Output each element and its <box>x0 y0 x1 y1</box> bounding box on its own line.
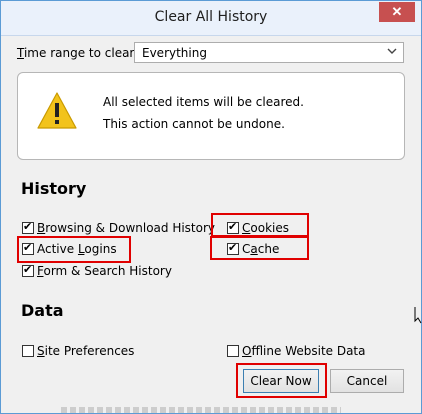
checkbox-cache[interactable]: Cache <box>227 241 279 257</box>
clear-history-dialog: Clear All History ✕ Time range to clear:… <box>0 0 422 414</box>
time-range-label: Time range to clear: <box>17 46 139 60</box>
checkbox-label: Site Preferences <box>37 344 135 358</box>
checkbox-active-logins[interactable]: Active Logins <box>22 241 117 257</box>
warning-icon <box>36 91 78 134</box>
checkbox-checked[interactable] <box>22 241 34 255</box>
checkbox-checked[interactable] <box>227 220 239 234</box>
checkbox-checked[interactable] <box>22 263 34 277</box>
warning-text-2: This action cannot be undone. <box>103 117 285 131</box>
dialog-title: Clear All History <box>154 9 268 25</box>
chevron-down-icon <box>387 46 397 59</box>
checkbox-offline-data[interactable]: Offline Website Data <box>227 343 366 359</box>
checkbox-form-history[interactable]: Form & Search History <box>22 263 172 279</box>
history-heading: History <box>21 179 87 198</box>
checkbox-label: Offline Website Data <box>242 344 366 358</box>
warning-text-1: All selected items will be cleared. <box>103 95 304 109</box>
clear-now-button[interactable]: Clear Now <box>243 369 319 393</box>
checkbox-label: Cache <box>242 242 280 256</box>
checkbox-label: Browsing & Download History <box>37 221 216 235</box>
checkbox-site-preferences[interactable]: Site Preferences <box>22 343 134 359</box>
checkbox-browsing-history[interactable]: Browsing & Download History <box>22 220 215 236</box>
checkbox-label: Active Logins <box>37 242 117 256</box>
checkbox-label: Cookies <box>242 221 289 235</box>
cancel-button[interactable]: Cancel <box>330 369 404 393</box>
close-icon: ✕ <box>391 4 403 19</box>
checkbox-unchecked[interactable] <box>227 345 239 357</box>
time-range-select[interactable]: Everything <box>134 42 404 63</box>
data-heading: Data <box>21 301 64 320</box>
checkbox-label: Form & Search History <box>37 264 172 278</box>
checkbox-checked[interactable] <box>227 241 239 255</box>
checkbox-checked[interactable] <box>22 220 34 234</box>
warning-panel: All selected items will be cleared. This… <box>17 72 405 160</box>
close-button[interactable]: ✕ <box>379 2 415 22</box>
checkbox-cookies[interactable]: Cookies <box>227 220 289 236</box>
time-range-value: Everything <box>142 46 207 60</box>
mouse-cursor-icon <box>414 307 422 324</box>
checkbox-unchecked[interactable] <box>22 345 34 357</box>
title-bar: Clear All History ✕ <box>1 1 421 36</box>
background-text-strip <box>61 407 341 413</box>
